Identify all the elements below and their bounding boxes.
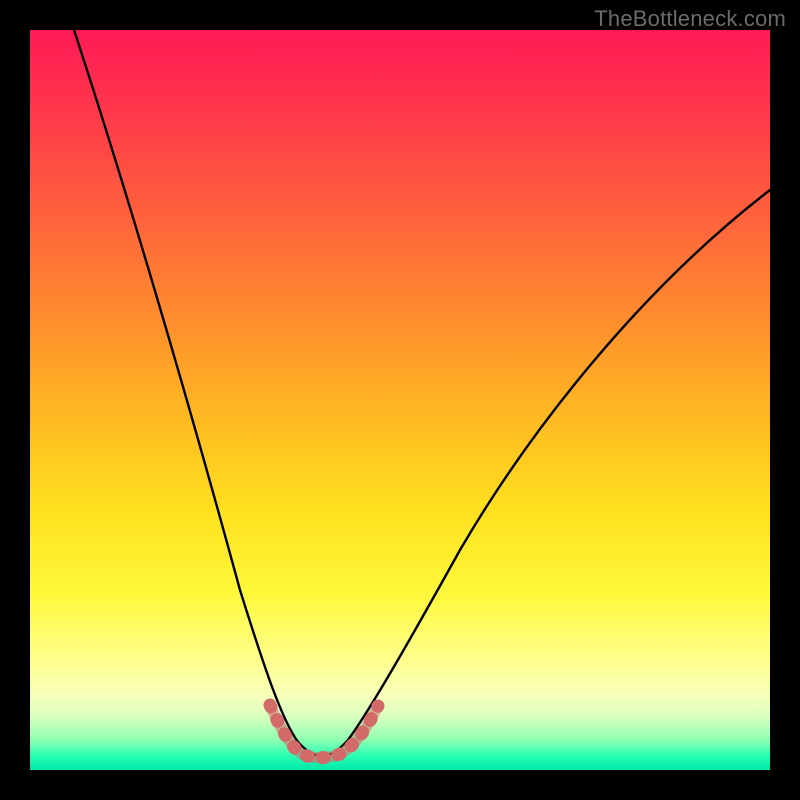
plot-area (30, 30, 770, 770)
watermark-text: TheBottleneck.com (594, 6, 786, 32)
optimal-band-core (270, 705, 378, 758)
chart-frame: TheBottleneck.com (0, 0, 800, 800)
curve-layer (30, 30, 770, 770)
bottleneck-curve (74, 30, 770, 756)
